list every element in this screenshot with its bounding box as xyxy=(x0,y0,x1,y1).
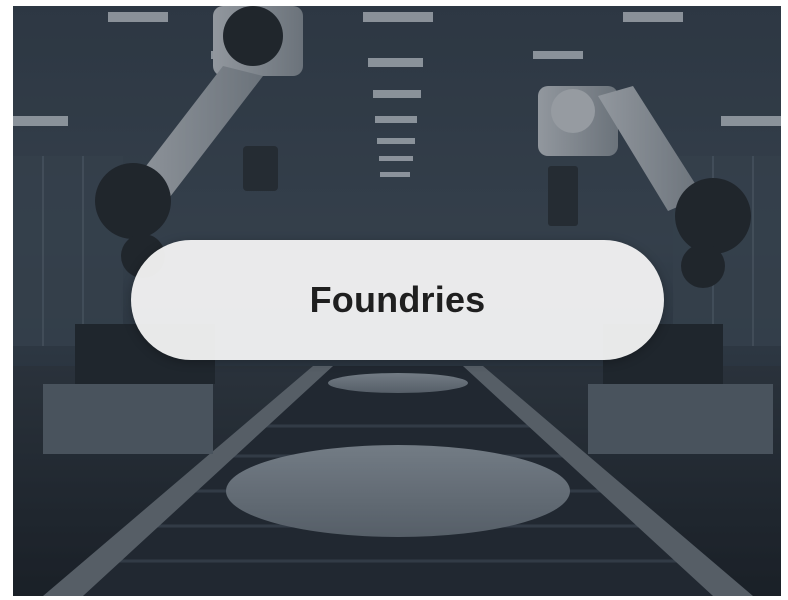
background-photo: Foundries xyxy=(13,6,781,596)
category-card[interactable]: Foundries xyxy=(131,240,664,360)
category-title: Foundries xyxy=(309,279,486,320)
